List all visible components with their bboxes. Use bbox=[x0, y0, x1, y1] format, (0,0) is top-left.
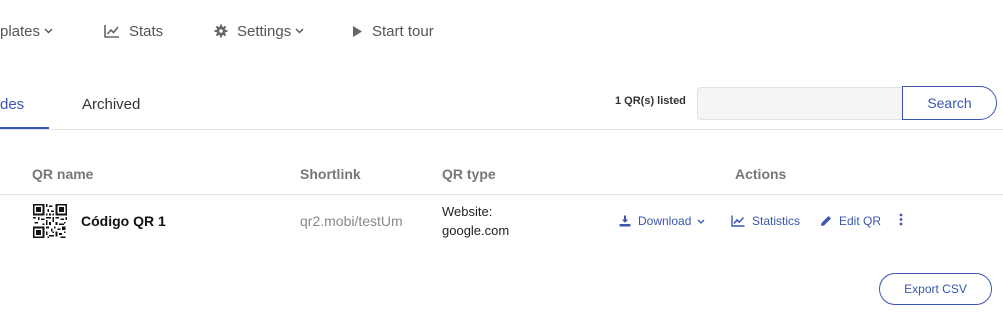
nav-templates-label: plates bbox=[0, 22, 41, 40]
nav-settings-label: Settings bbox=[237, 22, 292, 40]
search-input[interactable] bbox=[697, 87, 903, 120]
vertical-dots-icon bbox=[899, 213, 903, 226]
qr-type-label: Website: bbox=[442, 204, 493, 219]
export-csv-button[interactable]: Export CSV bbox=[879, 273, 992, 305]
qr-code-thumbnail[interactable] bbox=[33, 204, 67, 238]
nav-stats-label: Stats bbox=[129, 22, 164, 40]
table-row: Código QR 1 qr2.mobi/testUm Website: goo… bbox=[0, 196, 1003, 248]
table-header: QR name Shortlink QR type Actions bbox=[0, 150, 1003, 195]
line-chart-icon bbox=[731, 215, 745, 227]
qr-count-label: 1 QR(s) listed bbox=[615, 95, 686, 107]
tab-qr-codes[interactable]: des bbox=[0, 96, 24, 113]
nav-templates[interactable]: plates bbox=[0, 22, 53, 40]
nav-start-tour[interactable]: Start tour bbox=[352, 22, 434, 40]
nav-settings[interactable]: Settings bbox=[214, 22, 304, 40]
tab-archived[interactable]: Archived bbox=[82, 96, 140, 113]
download-label: Download bbox=[638, 214, 692, 228]
play-icon bbox=[353, 25, 362, 37]
pencil-icon bbox=[821, 216, 831, 226]
line-chart-icon bbox=[104, 25, 119, 38]
chevron-down-icon bbox=[44, 28, 53, 34]
column-header-shortlink: Shortlink bbox=[300, 166, 361, 182]
edit-qr-label: Edit QR bbox=[839, 214, 882, 228]
nav-stats[interactable]: Stats bbox=[104, 22, 163, 40]
gear-icon bbox=[214, 24, 228, 38]
qr-type-value: google.com bbox=[442, 223, 510, 238]
column-header-actions: Actions bbox=[735, 166, 787, 182]
qr-shortlink[interactable]: qr2.mobi/testUm bbox=[300, 213, 403, 229]
chevron-down-icon bbox=[295, 28, 304, 34]
statistics-button[interactable]: Statistics bbox=[731, 214, 800, 228]
nav-tour-label: Start tour bbox=[372, 22, 434, 40]
search-button[interactable]: Search bbox=[902, 86, 997, 120]
qr-name[interactable]: Código QR 1 bbox=[81, 213, 166, 229]
top-navigation: plates Stats Settings Start tour bbox=[0, 0, 1003, 62]
chevron-down-icon bbox=[697, 219, 705, 224]
column-header-qr-type: QR type bbox=[442, 166, 496, 182]
statistics-label: Statistics bbox=[752, 214, 801, 228]
active-tab-indicator bbox=[0, 127, 49, 129]
download-icon bbox=[619, 215, 631, 227]
edit-qr-button[interactable]: Edit QR bbox=[820, 214, 881, 228]
more-options-button[interactable] bbox=[897, 213, 912, 226]
column-header-qr-name: QR name bbox=[32, 166, 94, 182]
download-button[interactable]: Download bbox=[619, 214, 705, 228]
